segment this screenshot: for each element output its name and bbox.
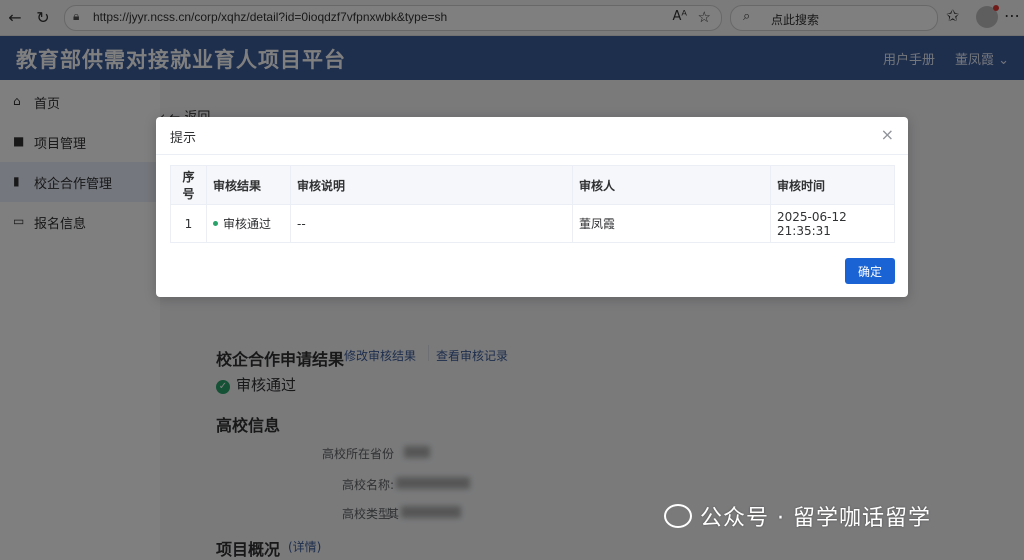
table-row: 1 审核通过 -- 董凤霞 2025-06-12 21:35:31	[170, 204, 895, 243]
success-dot-icon	[213, 221, 218, 226]
dialog-divider	[156, 154, 908, 155]
column-header: 审核说明	[290, 165, 573, 205]
column-header: 审核结果	[206, 165, 291, 205]
watermark-text: 公众号 · 留学咖话留学	[700, 506, 931, 531]
review-record-dialog: 提示 × 序号 审核结果 审核说明 审核人 审核时间 1 审核通过 -- 董凤霞…	[156, 117, 908, 297]
dialog-title: 提示	[170, 131, 197, 146]
cell-result: 审核通过	[206, 204, 291, 243]
close-icon[interactable]: ×	[881, 125, 894, 144]
review-records-table: 序号 审核结果 审核说明 审核人 审核时间 1 审核通过 -- 董凤霞 2025…	[170, 165, 895, 243]
wechat-icon	[664, 504, 692, 528]
cell-index: 1	[170, 204, 207, 243]
cell-time: 2025-06-12 21:35:31	[770, 204, 895, 243]
table-header-row: 序号 审核结果 审核说明 审核人 审核时间	[170, 165, 895, 205]
cell-reviewer: 董凤霞	[572, 204, 771, 243]
result-text: 审核通过	[223, 217, 272, 231]
watermark: 公众号 · 留学咖话留学	[664, 500, 931, 532]
column-header: 审核人	[572, 165, 771, 205]
cell-note: --	[290, 204, 573, 243]
column-header: 审核时间	[770, 165, 895, 205]
confirm-button[interactable]: 确定	[845, 258, 895, 284]
column-header: 序号	[170, 165, 207, 205]
